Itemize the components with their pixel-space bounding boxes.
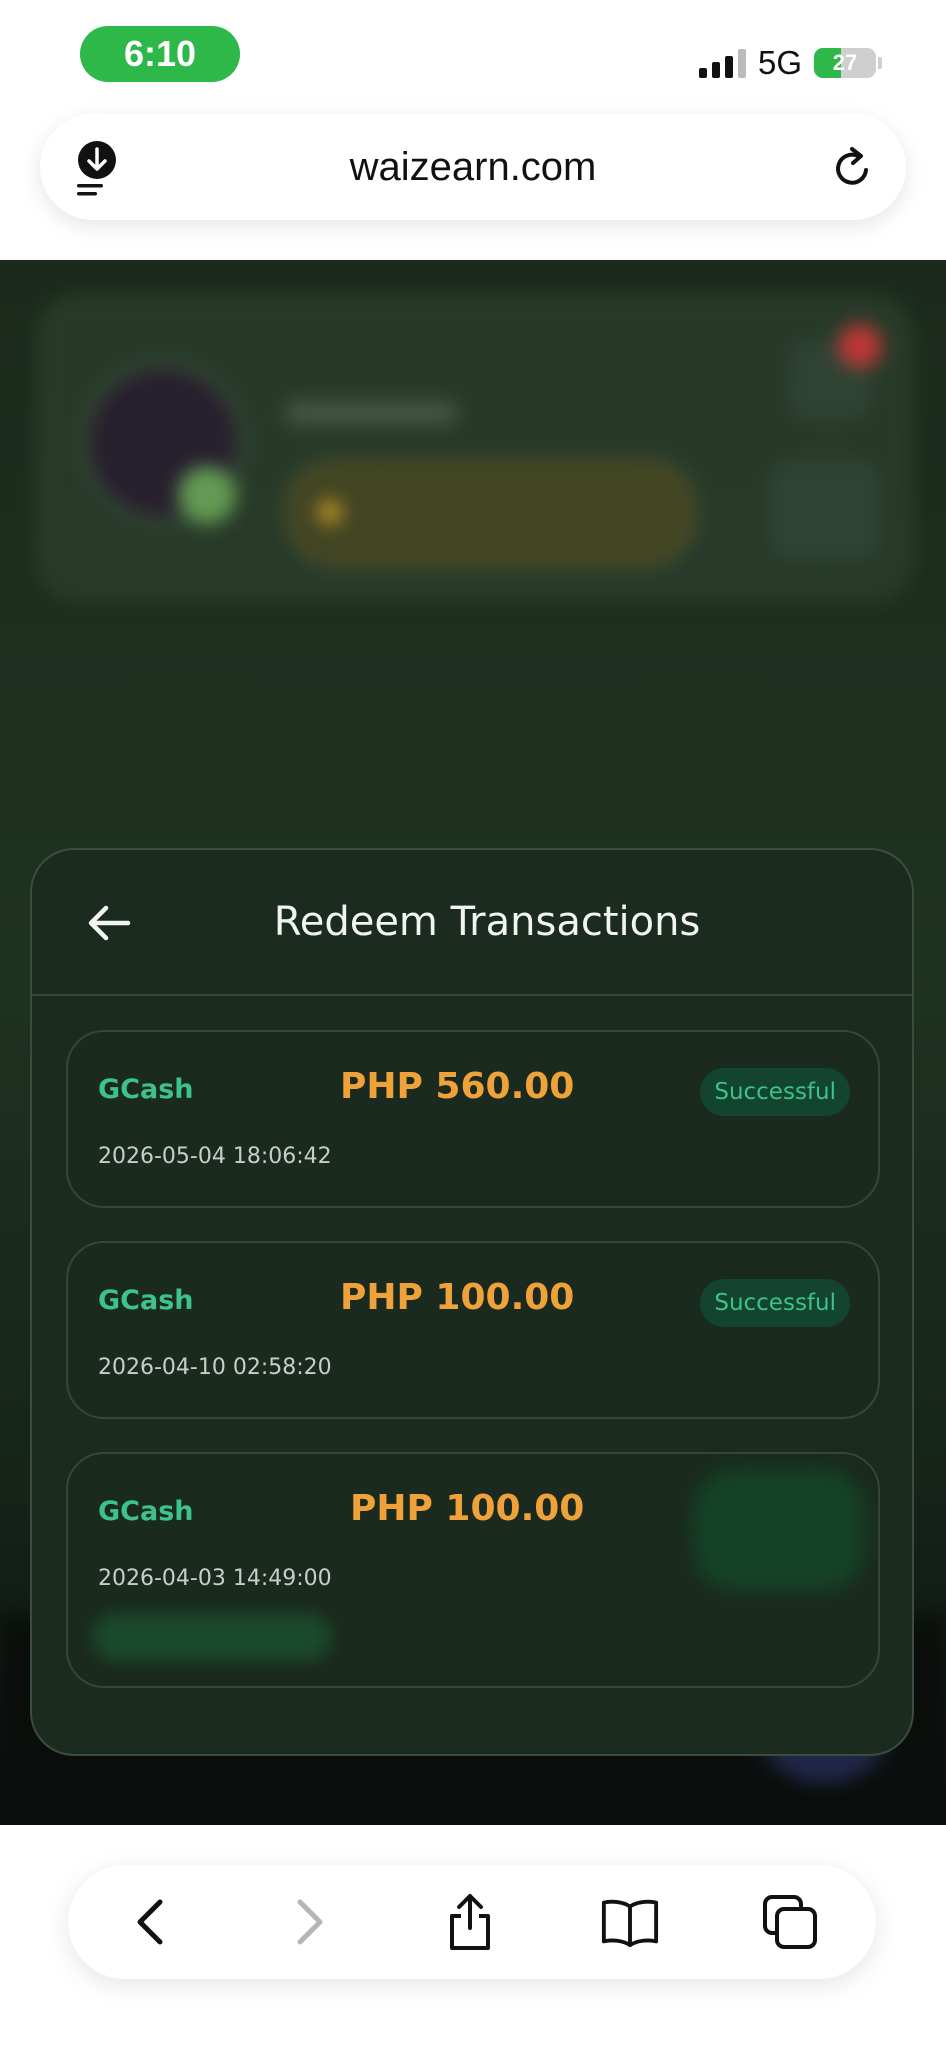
browser-toolbar — [68, 1865, 876, 1979]
network-type: 5G — [757, 44, 802, 81]
battery-level: 27 — [832, 50, 858, 75]
modal-title: Redeem Transactions — [273, 899, 701, 945]
redeem-transactions-modal: Redeem Transactions GCash PHP 560.00 Suc… — [30, 848, 914, 1756]
transaction-date: 2026-05-04 18:06:42 — [98, 1144, 332, 1169]
transaction-list: GCash PHP 560.00 Successful 2026-05-04 1… — [66, 1030, 880, 1721]
payment-method: GCash — [98, 1074, 194, 1105]
battery-icon: 27 — [814, 48, 876, 78]
transaction-date: 2026-04-10 02:58:20 — [98, 1355, 332, 1380]
status-badge: Successful — [700, 1279, 850, 1327]
profile-subtitle — [286, 402, 456, 424]
cellular-signal-icon — [698, 48, 746, 78]
modal-header: Redeem Transactions — [32, 850, 912, 996]
share-icon[interactable] — [440, 1892, 500, 1952]
battery-cap — [878, 57, 882, 69]
back-icon[interactable] — [120, 1892, 180, 1952]
transaction-amount: PHP 100.00 — [350, 1488, 585, 1529]
payment-method: GCash — [98, 1285, 194, 1316]
avatar-edit-icon — [178, 466, 236, 524]
tabs-icon[interactable] — [760, 1892, 820, 1952]
url-text[interactable]: waizearn.com — [40, 114, 906, 220]
reload-icon[interactable] — [828, 144, 876, 192]
transaction-date: 2026-04-03 14:49:00 — [98, 1566, 332, 1591]
payment-method: GCash — [98, 1496, 194, 1527]
transaction-amount: PHP 560.00 — [340, 1066, 575, 1107]
redacted-action — [92, 1614, 332, 1660]
webpage: Redeem Transactions GCash PHP 560.00 Suc… — [0, 260, 946, 1825]
browser-url-area: waizearn.com — [0, 110, 946, 260]
status-badge: Successful — [700, 1068, 850, 1116]
forward-icon[interactable] — [280, 1892, 340, 1952]
redacted-status — [694, 1470, 864, 1590]
coin-icon — [318, 500, 342, 524]
bookmarks-icon[interactable] — [600, 1892, 660, 1952]
status-indicators: 5G 27 — [698, 38, 882, 88]
browser-toolbar-area — [0, 1825, 946, 2048]
transaction-card[interactable]: GCash PHP 100.00 2026-04-03 14:49:00 — [66, 1452, 880, 1688]
transaction-amount: PHP 100.00 — [340, 1277, 575, 1318]
transaction-card[interactable]: GCash PHP 100.00 Successful 2026-04-10 0… — [66, 1241, 880, 1419]
status-time: 6:10 — [80, 26, 240, 82]
points-pill — [286, 460, 696, 566]
transaction-card[interactable]: GCash PHP 560.00 Successful 2026-05-04 1… — [66, 1030, 880, 1208]
url-bar[interactable]: waizearn.com — [40, 114, 906, 220]
notification-badge — [838, 324, 882, 368]
message-icon — [770, 460, 880, 560]
status-bar: 6:10 5G 27 — [0, 0, 946, 110]
